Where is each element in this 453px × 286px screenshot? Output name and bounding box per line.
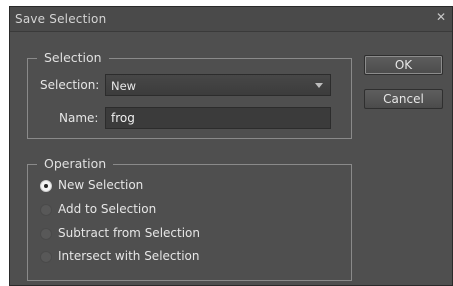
selection-dropdown-value: New — [111, 79, 137, 93]
operation-group-legend: Operation — [37, 156, 114, 171]
cancel-button[interactable]: Cancel — [364, 89, 443, 109]
radio-button-checked[interactable] — [40, 180, 52, 192]
selection-label: Selection: — [40, 78, 100, 92]
title-bar[interactable]: Save Selection ✕ — [10, 7, 452, 32]
dialog-title: Save Selection — [15, 12, 107, 26]
name-label: Name: — [59, 111, 99, 125]
name-field[interactable] — [105, 107, 331, 129]
selection-group-legend: Selection — [37, 50, 109, 65]
radio-label: Intersect with Selection — [58, 249, 200, 263]
radio-label: New Selection — [58, 178, 144, 192]
selection-dropdown[interactable]: New — [105, 74, 331, 96]
chevron-down-icon — [315, 83, 323, 88]
radio-label: Add to Selection — [58, 202, 157, 216]
radio-button[interactable] — [40, 204, 52, 216]
ok-button[interactable]: OK — [364, 55, 443, 75]
radio-button[interactable] — [40, 228, 52, 240]
radio-button[interactable] — [40, 251, 52, 263]
close-icon[interactable]: ✕ — [436, 10, 446, 24]
save-selection-dialog: Save Selection ✕ Selection Selection: Ne… — [9, 6, 453, 286]
radio-label: Subtract from Selection — [58, 226, 200, 240]
